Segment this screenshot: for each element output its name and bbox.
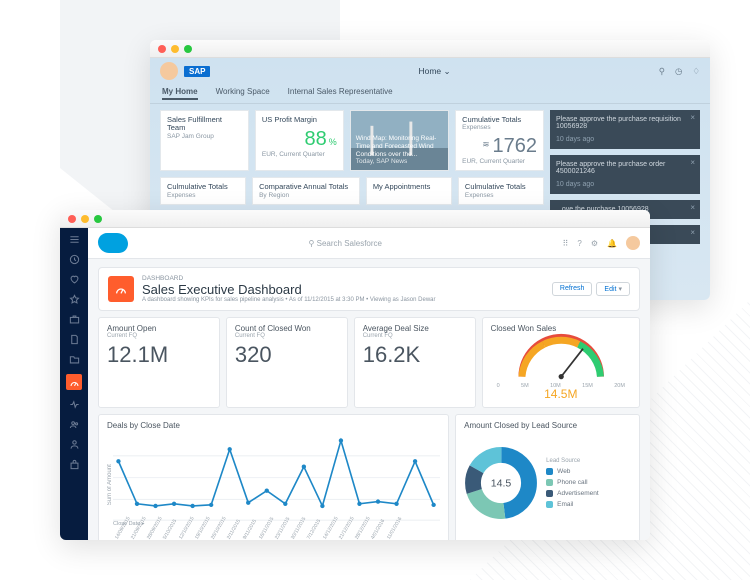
tab-internal-sales[interactable]: Internal Sales Representative	[288, 87, 393, 100]
dashboard-subtitle: A dashboard showing KPIs for sales pipel…	[142, 297, 435, 303]
sap-logo: SAP	[184, 66, 210, 77]
bag-icon[interactable]	[69, 459, 80, 470]
gear-icon[interactable]: ⚙	[591, 239, 598, 248]
close-icon[interactable]: ×	[690, 203, 695, 212]
menu-icon[interactable]	[69, 234, 80, 245]
topbar: ⚲ Search Salesforce ⠿ ? ⚙ 🔔	[88, 228, 650, 259]
avatar[interactable]	[626, 236, 640, 250]
briefcase-icon[interactable]	[69, 314, 80, 325]
file-icon[interactable]	[69, 334, 80, 345]
person-icon[interactable]	[69, 439, 80, 450]
apps-icon[interactable]: ⠿	[563, 239, 569, 248]
kpi-amount-open[interactable]: Amount OpenCurrent FQ12.1M	[98, 317, 220, 408]
close-icon[interactable]: ×	[690, 158, 695, 167]
minimize-icon[interactable]	[171, 45, 179, 53]
help-icon[interactable]: ?	[577, 239, 581, 248]
tile-us-profit[interactable]: US Profit Margin 88% EUR, Current Quarte…	[255, 110, 344, 171]
gauge-closed-won[interactable]: Closed Won Sales 05M10M15M20M 14.5M	[482, 317, 640, 408]
window-titlebar	[60, 210, 650, 228]
line-chart	[113, 434, 440, 521]
tab-working-space[interactable]: Working Space	[216, 87, 270, 100]
search-input[interactable]: ⚲ Search Salesforce	[136, 239, 555, 248]
star-icon[interactable]	[69, 294, 80, 305]
users-icon[interactable]	[69, 419, 80, 430]
pulse-icon[interactable]	[69, 399, 80, 410]
tab-my-home[interactable]: My Home	[162, 87, 198, 100]
salesforce-logo[interactable]	[98, 233, 128, 253]
donut-card[interactable]: Amount Closed by Lead Source 14.5 Lead S…	[455, 414, 640, 540]
close-icon[interactable]	[68, 215, 76, 223]
dashboard-header: DASHBOARD Sales Executive Dashboard A da…	[98, 267, 640, 311]
close-icon[interactable]	[158, 45, 166, 53]
salesforce-window: ⚲ Search Salesforce ⠿ ? ⚙ 🔔 DASHBOARD Sa…	[60, 210, 650, 540]
deals-chart-card[interactable]: Deals by Close Date Sum of Amount	[98, 414, 449, 540]
kpi-closed-won[interactable]: Count of Closed WonCurrent FQ320	[226, 317, 348, 408]
tile-row2-2[interactable]: Comparative Annual TotalsBy Region	[252, 177, 360, 204]
chevron-down-icon: ⌄	[444, 66, 451, 76]
clock-icon[interactable]	[69, 254, 80, 265]
dashboard-icon[interactable]	[66, 374, 82, 390]
gauge-value: 14.5M	[491, 387, 631, 401]
tile-news[interactable]: Wind Map: Monitoring Real-Time and Forec…	[350, 110, 449, 171]
close-icon[interactable]: ×	[690, 113, 695, 122]
maximize-icon[interactable]	[184, 45, 192, 53]
sap-header: SAP Home ⌄ ⚲ ◷ ♢	[150, 58, 710, 84]
tile-row2-3[interactable]: My Appointments	[366, 177, 452, 204]
copilot-icon[interactable]: ◷	[675, 66, 682, 77]
dashboard-icon	[108, 276, 134, 302]
donut-chart: 14.5	[464, 446, 538, 520]
notification[interactable]: ×Please approve the purchase requisition…	[550, 110, 700, 149]
heart-icon[interactable]	[69, 274, 80, 285]
search-icon[interactable]: ⚲	[659, 66, 665, 77]
close-icon[interactable]: ×	[690, 228, 695, 237]
kpi-avg-deal[interactable]: Average Deal SizeCurrent FQ16.2K	[354, 317, 476, 408]
chevron-down-icon: ▾	[618, 286, 622, 293]
svg-text:14.5: 14.5	[491, 478, 512, 490]
tile-cumulative[interactable]: Cumulative Totals Expenses ≋1762 EUR, Cu…	[455, 110, 544, 171]
nav-center[interactable]: Home ⌄	[418, 66, 450, 77]
page-title: Sales Executive Dashboard	[142, 282, 435, 297]
y-axis-label: Sum of Amount	[107, 434, 113, 536]
tile-sales-fulfillment[interactable]: Sales Fulfillment Team SAP Jam Group	[160, 110, 249, 171]
x-axis-ticks: 14/09/201521/09/201528/09/20155/10/20151…	[113, 530, 440, 536]
sidebar	[60, 228, 88, 540]
bell-icon[interactable]: ♢	[692, 66, 700, 77]
avatar[interactable]	[160, 62, 178, 80]
gauge-chart	[491, 333, 631, 381]
edit-button[interactable]: Edit▾	[596, 282, 630, 296]
sap-tabs: My Home Working Space Internal Sales Rep…	[150, 84, 710, 104]
bell-icon[interactable]: 🔔	[607, 239, 617, 248]
tile-row2-4[interactable]: Culmulative TotalsExpenses	[458, 177, 544, 204]
minimize-icon[interactable]	[81, 215, 89, 223]
refresh-button[interactable]: Refresh	[552, 282, 593, 296]
folder-icon[interactable]	[69, 354, 80, 365]
notification[interactable]: ×Please approve the purchase order 45000…	[550, 155, 700, 194]
tile-row2-1[interactable]: Culmulative TotalsExpenses	[160, 177, 246, 204]
maximize-icon[interactable]	[94, 215, 102, 223]
legend: Lead Source Web Phone call Advertisement…	[546, 458, 599, 508]
dashboard-label: DASHBOARD	[142, 275, 435, 282]
window-titlebar	[150, 40, 710, 58]
